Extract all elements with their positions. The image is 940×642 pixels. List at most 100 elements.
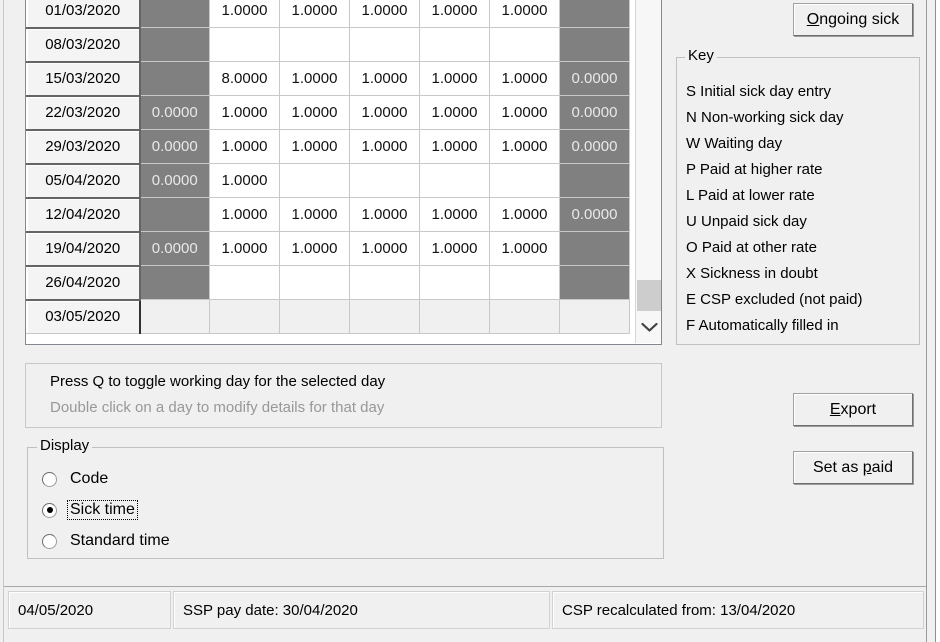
radio-display-code[interactable]: Code xyxy=(42,467,111,491)
grid-cell[interactable]: 1.0000 xyxy=(209,129,280,164)
grid-row-header-date[interactable]: 15/03/2020 xyxy=(26,61,141,97)
grid-cell[interactable]: 1.0000 xyxy=(209,163,280,198)
grid-cell[interactable] xyxy=(489,163,560,198)
grid-cell[interactable]: 1.0000 xyxy=(419,61,490,96)
radio-standard-time-indicator[interactable] xyxy=(42,533,57,549)
grid-cell[interactable]: 1.0000 xyxy=(279,61,350,96)
grid-vertical-scrollbar[interactable] xyxy=(635,0,661,343)
grid-cell[interactable]: 1.0000 xyxy=(419,197,490,232)
grid-cell[interactable]: 1.0000 xyxy=(279,0,350,28)
grid-cell[interactable]: 1.0000 xyxy=(349,0,420,28)
grid-cell[interactable]: 1.0000 xyxy=(209,0,280,28)
radio-sick-time-indicator[interactable] xyxy=(42,502,57,518)
grid-cell[interactable]: 1.0000 xyxy=(349,61,420,96)
grid-cell[interactable]: 1.0000 xyxy=(279,129,350,164)
table-row[interactable]: 03/05/2020 xyxy=(26,299,630,334)
grid-cell[interactable]: 1.0000 xyxy=(209,231,280,266)
grid-cell[interactable]: 8.0000 xyxy=(209,61,280,96)
grid-cell[interactable] xyxy=(209,27,280,62)
ongoing-sick-button[interactable]: Ongoing sick xyxy=(793,3,913,36)
radio-display-sick-time[interactable]: Sick time xyxy=(42,498,138,522)
grid-cell[interactable] xyxy=(559,231,630,266)
grid-cell[interactable] xyxy=(559,265,630,300)
key-list-item: U Unpaid sick day xyxy=(686,213,807,230)
grid-cell[interactable] xyxy=(279,163,350,198)
grid-cell[interactable]: 0.0000 xyxy=(139,95,210,130)
grid-cell[interactable] xyxy=(349,163,420,198)
grid-cell[interactable]: 0.0000 xyxy=(559,95,630,130)
grid-cell[interactable]: 0.0000 xyxy=(559,61,630,96)
scrollbar-down-button[interactable] xyxy=(637,313,661,341)
grid-cell[interactable]: 1.0000 xyxy=(419,129,490,164)
table-row[interactable]: 15/03/2020 8.0000 1.0000 1.0000 1.0000 1.0000… xyxy=(26,61,630,97)
grid-cell[interactable] xyxy=(139,265,210,300)
export-button[interactable]: Export xyxy=(793,393,913,426)
grid-cell[interactable] xyxy=(349,265,420,300)
grid-cell[interactable] xyxy=(419,163,490,198)
grid-cell[interactable] xyxy=(279,265,350,300)
table-row[interactable]: 05/04/2020 0.0000 1.0000 xyxy=(26,163,630,199)
table-row[interactable]: 22/03/2020 0.0000 1.0000 1.0000 1.0000 1.0000… xyxy=(26,95,630,131)
grid-cell[interactable]: 1.0000 xyxy=(279,95,350,130)
grid-row-header-date[interactable]: 08/03/2020 xyxy=(26,27,141,63)
grid-cell[interactable] xyxy=(209,265,280,300)
grid-cell[interactable]: 0.0000 xyxy=(559,197,630,232)
grid-cell[interactable]: 1.0000 xyxy=(489,231,560,266)
grid-cell[interactable]: 1.0000 xyxy=(279,197,350,232)
grid-cell[interactable]: 1.0000 xyxy=(489,0,560,28)
sick-day-grid[interactable]: 01/03/2020 1.0000 1.0000 1.0000 1.0000 1.0000… xyxy=(25,0,662,345)
table-row[interactable]: 29/03/2020 0.0000 1.0000 1.0000 1.0000 1.0000… xyxy=(26,129,630,165)
grid-cell[interactable]: 1.0000 xyxy=(419,95,490,130)
grid-cell[interactable]: 1.0000 xyxy=(349,231,420,266)
radio-code-indicator[interactable] xyxy=(42,471,57,487)
table-row[interactable]: 19/04/2020 0.0000 1.0000 1.0000 1.0000 1.0000… xyxy=(26,231,630,267)
grid-cell[interactable]: 1.0000 xyxy=(279,231,350,266)
grid-cell[interactable]: 1.0000 xyxy=(489,197,560,232)
grid-cell[interactable] xyxy=(139,0,210,28)
grid-cell[interactable]: 1.0000 xyxy=(209,95,280,130)
grid-cell[interactable] xyxy=(489,265,560,300)
grid-cell[interactable]: 1.0000 xyxy=(349,129,420,164)
table-row[interactable]: 01/03/2020 1.0000 1.0000 1.0000 1.0000 1.0000 xyxy=(26,0,630,29)
grid-row-header-date[interactable]: 03/05/2020 xyxy=(26,299,141,334)
table-row[interactable]: 08/03/2020 xyxy=(26,27,630,63)
grid-cell[interactable]: 1.0000 xyxy=(489,61,560,96)
grid-cell[interactable] xyxy=(139,27,210,62)
grid-row-header-date[interactable]: 05/04/2020 xyxy=(26,163,141,199)
grid-row-header-date[interactable]: 22/03/2020 xyxy=(26,95,141,131)
grid-cell[interactable] xyxy=(489,27,560,62)
grid-cell[interactable] xyxy=(559,163,630,198)
grid-row-header-date[interactable]: 12/04/2020 xyxy=(26,197,141,233)
grid-cell[interactable]: 0.0000 xyxy=(139,163,210,198)
scrollbar-thumb[interactable] xyxy=(637,280,661,311)
grid-cell[interactable]: 1.0000 xyxy=(489,129,560,164)
key-list-item: P Paid at higher rate xyxy=(686,161,823,178)
grid-cell[interactable] xyxy=(419,27,490,62)
radio-display-standard-time[interactable]: Standard time xyxy=(42,529,173,553)
grid-cell[interactable] xyxy=(349,27,420,62)
grid-cell[interactable]: 1.0000 xyxy=(349,197,420,232)
table-row[interactable]: 12/04/2020 1.0000 1.0000 1.0000 1.0000 1.0000… xyxy=(26,197,630,233)
grid-row-header-date[interactable]: 01/03/2020 xyxy=(26,0,141,29)
grid-cell[interactable]: 1.0000 xyxy=(489,95,560,130)
grid-cell[interactable] xyxy=(559,27,630,62)
grid-row-header-date[interactable]: 19/04/2020 xyxy=(26,231,141,267)
grid-cell[interactable]: 0.0000 xyxy=(559,129,630,164)
grid-cell[interactable] xyxy=(139,61,210,96)
grid-cell[interactable] xyxy=(559,0,630,28)
grid-cell[interactable]: 1.0000 xyxy=(419,0,490,28)
grid-row-header-date[interactable]: 29/03/2020 xyxy=(26,129,141,165)
grid-cell[interactable]: 1.0000 xyxy=(419,231,490,266)
table-row[interactable]: 26/04/2020 xyxy=(26,265,630,301)
status-panel-ssp-pay-date: SSP pay date: 30/04/2020 xyxy=(173,591,550,629)
key-list-item: X Sickness in doubt xyxy=(686,265,818,282)
grid-cell[interactable] xyxy=(419,265,490,300)
grid-cell[interactable]: 1.0000 xyxy=(209,197,280,232)
set-as-paid-button[interactable]: Set as paid xyxy=(793,451,913,484)
grid-cell[interactable]: 0.0000 xyxy=(139,231,210,266)
grid-cell[interactable] xyxy=(139,197,210,232)
grid-cell[interactable]: 0.0000 xyxy=(139,129,210,164)
grid-row-header-date[interactable]: 26/04/2020 xyxy=(26,265,141,301)
grid-cell[interactable]: 1.0000 xyxy=(349,95,420,130)
grid-cell[interactable] xyxy=(279,27,350,62)
